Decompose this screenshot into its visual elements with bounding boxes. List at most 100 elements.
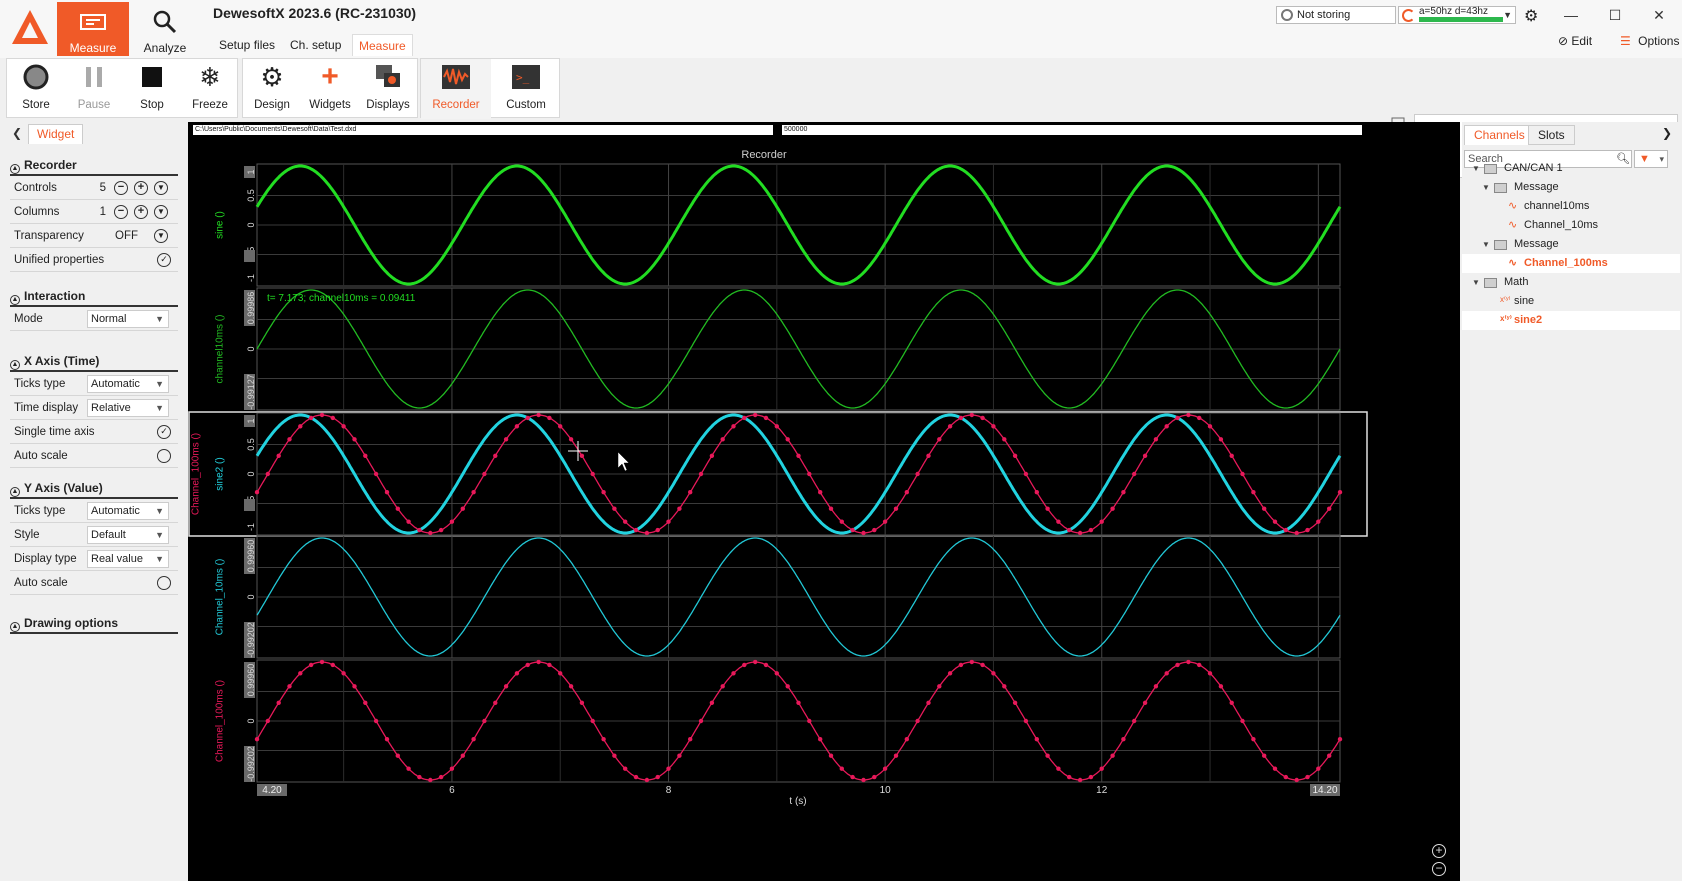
edit-button[interactable]: ⊘ Edit [1558,34,1592,48]
unified-properties-checkbox[interactable]: ✓ [157,253,171,267]
subtab-setup-files[interactable]: Setup files [213,34,281,56]
maximize-button[interactable]: ☐ [1600,4,1630,26]
series-marker [698,718,704,724]
recorder-chart[interactable]: Recorder10.50-0.5-1sine ()0.999860-0.991… [188,138,1460,881]
chevron-down-icon[interactable]: ▼ [154,181,168,195]
store-button[interactable]: Store [7,59,65,119]
series-marker [1327,506,1332,511]
minus-icon[interactable]: − [114,181,128,195]
series-marker [1110,753,1115,758]
single-time-axis-checkbox[interactable]: ✓ [157,425,171,439]
tree-item[interactable]: ▼ Math [1462,273,1680,292]
series-marker [937,684,942,689]
tab-widget[interactable]: Widget [28,124,84,144]
sample-count-field[interactable]: 500000 [782,125,1362,135]
y-auto-scale-checkbox[interactable] [157,576,171,590]
minus-icon[interactable]: − [114,205,128,219]
pause-button[interactable]: Pause [65,59,123,119]
expand-arrow-icon[interactable]: ▼ [1472,273,1480,292]
x-tick-label: 8 [666,785,672,796]
time-display-select[interactable]: Relative ▼ [87,399,169,417]
svg-text:>_: >_ [516,71,530,84]
design-button[interactable]: ⚙ Design [243,59,301,119]
mode-select[interactable]: Normal ▼ [87,310,169,328]
series-marker [438,527,444,533]
options-button[interactable]: ☰ Options [1620,34,1679,48]
chevron-left-icon[interactable]: ❮ [12,126,22,140]
chevron-down-icon: ▼ [155,506,164,516]
tab-slots[interactable]: Slots [1528,125,1575,145]
series-marker [1142,700,1148,705]
main-tab-measure[interactable]: Measure [57,2,129,56]
subtab-measure[interactable]: Measure [352,34,413,56]
series-marker [363,700,368,705]
widgets-button[interactable]: + Widgets [301,59,359,119]
minimize-button[interactable]: — [1556,4,1586,26]
plus-icon[interactable]: + [134,205,148,219]
file-path-field[interactable]: C:\Users\Public\Documents\Dewesoft\Data\… [193,125,773,135]
widget-properties-panel: ❮ Widget ▲ Recorder Controls 5 − + ▼ Colu… [0,122,186,881]
custom-screen-button[interactable]: >_ Custom [491,59,561,119]
series-marker [482,471,487,477]
y-ticks-select[interactable]: Automatic ▼ [87,502,169,520]
x-ticks-row: Ticks type Automatic ▼ [10,372,178,396]
tree-item[interactable]: ▼ Message [1462,235,1680,254]
chevron-down-icon[interactable]: ▼ [154,205,168,219]
tab-channels[interactable]: Channels [1464,125,1535,145]
stop-button[interactable]: Stop [123,59,181,119]
series-marker [774,424,779,429]
title-bar: Measure Analyze DewesoftX 2023.6 (RC-231… [0,0,1682,60]
main-tab-analyze-label: Analyze [143,41,187,55]
tree-item[interactable]: ▼ CAN/CAN 1 [1462,159,1680,178]
x-auto-scale-checkbox[interactable] [157,449,171,463]
series-marker [308,415,314,421]
recorder-display[interactable]: C:\Users\Public\Documents\Dewesoft\Data\… [188,122,1460,881]
series-marker [655,527,660,533]
series-marker [1045,506,1050,511]
zoom-in-icon[interactable]: + [1432,844,1446,858]
series-marker [330,662,335,668]
tree-item[interactable]: ∿ Channel_100ms [1462,254,1680,273]
display-type-select[interactable]: Real value ▼ [87,550,169,568]
x-ticks-select[interactable]: Automatic ▼ [87,375,169,393]
series-marker [807,471,812,477]
subtab-ch-setup[interactable]: Ch. setup [284,34,347,56]
displays-button[interactable]: Displays [359,59,417,119]
x-axis-section-header[interactable]: ▲ X Axis (Time) [10,350,178,372]
freeze-button[interactable]: ❄ Freeze [181,59,239,119]
series-marker [428,777,433,783]
y-axis-label: sine2 () [215,457,226,490]
controls-row: Controls 5 − + ▼ [10,176,178,200]
interaction-section-header[interactable]: ▲ Interaction [10,285,178,307]
expand-arrow-icon[interactable]: ▼ [1472,159,1480,178]
series-marker [623,766,628,771]
chevron-right-icon[interactable]: ❯ [1662,126,1672,140]
tree-item[interactable]: x⁽ʸ⁾ sine [1462,292,1680,311]
tree-item-label: sine [1514,295,1535,307]
series-marker [417,527,422,533]
series-marker [850,774,855,780]
collapse-icon: ▲ [10,487,20,497]
tree-item[interactable]: ∿ Channel_10ms [1462,216,1680,235]
main-tab-analyze[interactable]: Analyze [129,2,201,56]
acquisition-info-dropdown[interactable]: a=50hz d=43hz ▼ [1398,6,1516,24]
gear-icon[interactable]: ⚙ [1524,6,1538,26]
recorder-section-header[interactable]: ▲ Recorder [10,154,178,176]
chevron-down-icon[interactable]: ▼ [154,229,168,243]
expand-arrow-icon[interactable]: ▼ [1482,178,1490,197]
tree-item[interactable]: x⁽ʸ⁾ sine2 [1462,311,1680,330]
tree-item[interactable]: ∿ channel10ms [1462,197,1680,216]
tree-item-label: Message [1514,238,1559,250]
series-marker [254,737,260,742]
style-select[interactable]: Default ▼ [87,526,169,544]
drawing-options-section-header[interactable]: ▲ Drawing options [10,612,178,634]
series-marker [980,662,985,668]
y-axis-section-header[interactable]: ▲ Y Axis (Value) [10,477,178,499]
series-marker [395,753,400,758]
close-button[interactable]: ✕ [1644,4,1674,26]
zoom-out-icon[interactable]: − [1432,862,1446,876]
plus-icon[interactable]: + [134,181,148,195]
expand-arrow-icon[interactable]: ▼ [1482,235,1490,254]
recorder-screen-button[interactable]: Recorder [421,59,491,119]
tree-item[interactable]: ▼ Message [1462,178,1680,197]
